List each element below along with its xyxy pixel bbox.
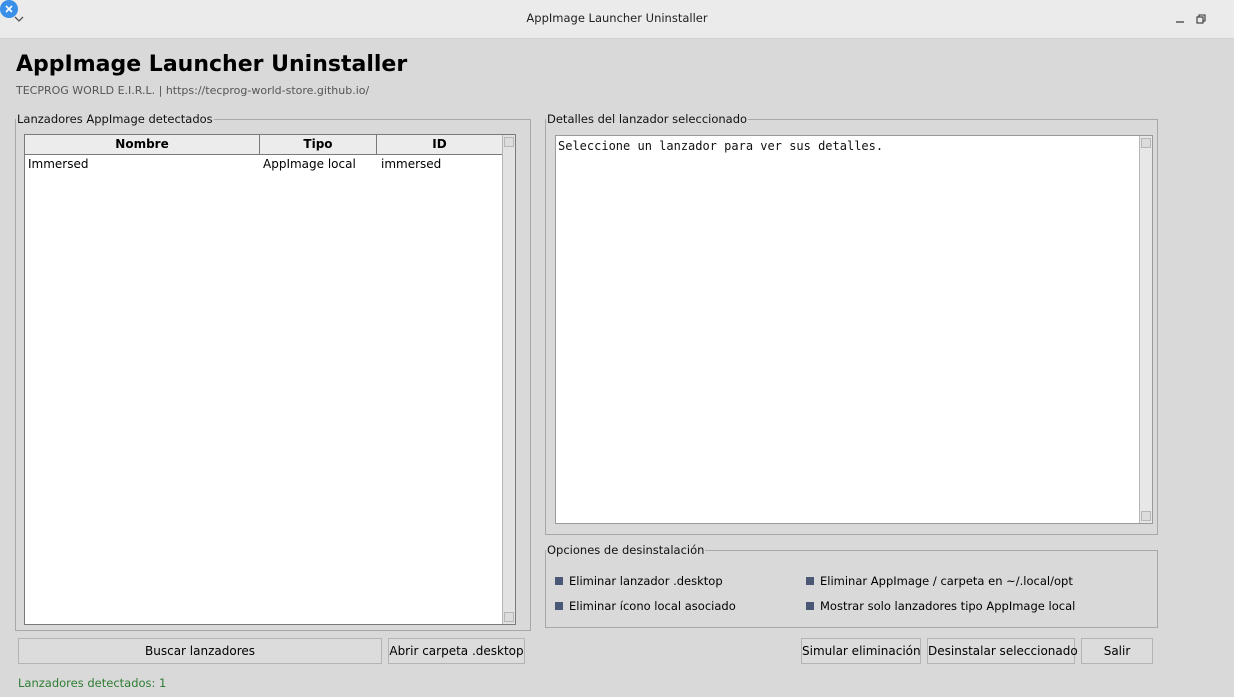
row-id: immersed bbox=[381, 157, 442, 171]
option-label: Mostrar solo lanzadores tipo AppImage lo… bbox=[820, 599, 1076, 613]
details-group-legend: Detalles del lanzador seleccionado bbox=[546, 112, 749, 126]
minimize-icon[interactable] bbox=[1172, 11, 1188, 27]
restore-icon[interactable] bbox=[1193, 11, 1209, 27]
checkbox-checked-icon[interactable] bbox=[806, 602, 814, 610]
table-row[interactable]: Immersed AppImage local immersed bbox=[25, 155, 502, 173]
page-title: AppImage Launcher Uninstaller bbox=[16, 52, 408, 77]
option-label: Eliminar ícono local asociado bbox=[569, 599, 736, 613]
table-header: Nombre Tipo ID bbox=[25, 135, 502, 155]
window-titlebar: AppImage Launcher Uninstaller bbox=[0, 0, 1234, 39]
checkbox-checked-icon[interactable] bbox=[555, 577, 563, 585]
row-tipo: AppImage local bbox=[263, 157, 356, 171]
scroll-up-icon[interactable] bbox=[504, 137, 514, 147]
exit-button[interactable]: Salir bbox=[1081, 638, 1153, 664]
details-text: Seleccione un lanzador para ver sus deta… bbox=[558, 139, 884, 153]
option-label: Eliminar AppImage / carpeta en ~/.local/… bbox=[820, 574, 1073, 588]
window-title: AppImage Launcher Uninstaller bbox=[526, 11, 708, 25]
page-subtitle: TECPROG WORLD E.I.R.L. | https://tecprog… bbox=[16, 84, 370, 97]
scroll-up-icon[interactable] bbox=[1141, 138, 1151, 148]
column-header-tipo[interactable]: Tipo bbox=[260, 135, 377, 154]
open-desktop-folder-button[interactable]: Abrir carpeta .desktop bbox=[388, 638, 525, 664]
option-label: Eliminar lanzador .desktop bbox=[569, 574, 723, 588]
checkbox-checked-icon[interactable] bbox=[555, 602, 563, 610]
scroll-down-icon[interactable] bbox=[1141, 511, 1151, 521]
options-group-legend: Opciones de desinstalación bbox=[546, 543, 706, 557]
scroll-down-icon[interactable] bbox=[504, 612, 514, 622]
column-header-nombre[interactable]: Nombre bbox=[25, 135, 260, 154]
launchers-group-legend: Lanzadores AppImage detectados bbox=[16, 112, 214, 126]
checkbox-checked-icon[interactable] bbox=[806, 577, 814, 585]
row-nombre: Immersed bbox=[28, 157, 89, 171]
uninstall-button[interactable]: Desinstalar seleccionado bbox=[927, 638, 1078, 664]
details-textarea[interactable]: Seleccione un lanzador para ver sus deta… bbox=[555, 135, 1153, 524]
simulate-button[interactable]: Simular eliminación bbox=[801, 638, 921, 664]
table-scrollbar[interactable] bbox=[502, 135, 515, 624]
status-text: Lanzadores detectados: 1 bbox=[18, 676, 167, 690]
details-scrollbar[interactable] bbox=[1139, 136, 1152, 523]
options-group: Opciones de desinstalación bbox=[545, 543, 1158, 628]
launchers-table[interactable]: Nombre Tipo ID Immersed AppImage local i… bbox=[24, 134, 516, 625]
search-launchers-button[interactable]: Buscar lanzadores bbox=[18, 638, 382, 664]
column-header-id[interactable]: ID bbox=[377, 135, 502, 154]
